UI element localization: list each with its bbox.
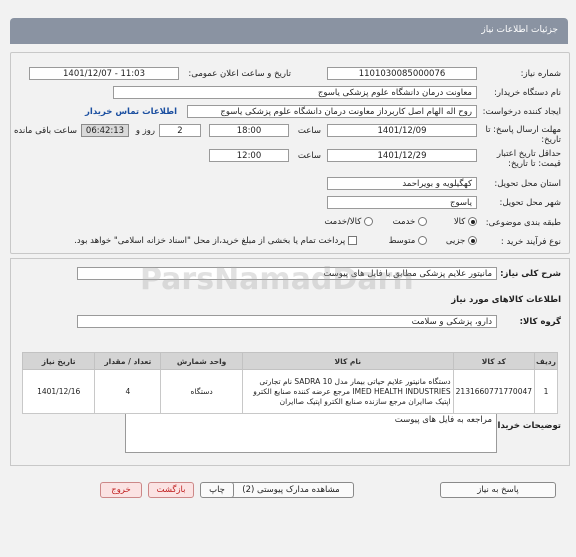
buyer-notes-field: مراجعه به فایل های پیوست: [125, 413, 497, 453]
need-number-label: شماره نیاز:: [520, 69, 561, 79]
creator-field: روح اله الهام اصل کاربرداز معاونت درمان …: [187, 105, 477, 118]
need-number-field: 1101030085000076: [327, 67, 477, 80]
need-details-panel: شماره نیاز: 1101030085000076 تاریخ و ساع…: [10, 52, 570, 254]
remaining-time-field: 06:42:13: [81, 124, 129, 137]
province-label: استان محل تحویل:: [494, 179, 561, 189]
col-index: ردیف: [534, 352, 558, 370]
row-code: 2131660771770047: [452, 369, 536, 414]
category-option-goods-service[interactable]: کالا/خدمت: [324, 217, 373, 227]
print-button[interactable]: چاپ: [200, 482, 234, 498]
goods-table: ردیف کد کالا نام کالا واحد شمارش تعداد /…: [21, 352, 558, 414]
validity-time-field: 12:00: [209, 149, 289, 162]
announce-field: 1401/12/07 - 11:03: [29, 67, 179, 80]
exit-button[interactable]: خروج: [100, 482, 142, 498]
row-unit: دستگاه: [160, 369, 243, 414]
back-button[interactable]: بازگشت: [148, 482, 194, 498]
deadline-date-field: 1401/12/09: [327, 124, 477, 137]
category-option-service[interactable]: خدمت: [393, 217, 427, 227]
process-option-medium[interactable]: متوسط: [389, 236, 427, 246]
payment-treasury-option[interactable]: پرداخت تمام یا بخشی از مبلغ خرید،از محل …: [74, 236, 357, 246]
city-field: یاسوج: [327, 196, 477, 209]
deadline-time-field: 18:00: [209, 124, 289, 137]
process-label: نوع فرآیند خرید :: [500, 237, 561, 247]
announce-label: تاریخ و ساعت اعلان عمومی:: [188, 69, 291, 79]
process-option-minor[interactable]: جزیی: [446, 236, 477, 246]
category-option-goods[interactable]: کالا: [454, 217, 477, 227]
row-name: دستگاه مانیتور علایم حیاتی بیمار مدل SAD…: [241, 369, 454, 414]
category-label: طبقه بندی موضوعی:: [485, 218, 561, 228]
min-validity-label: حداقل تاریخ اعتبار قیمت: تا تاریخ:: [496, 149, 561, 169]
row-qty: 4: [94, 369, 162, 414]
goods-group-label: گروه کالا:: [519, 317, 561, 327]
table-header-row: ردیف کد کالا نام کالا واحد شمارش تعداد /…: [21, 352, 558, 370]
radio-icon[interactable]: [418, 236, 427, 245]
contact-buyer-link[interactable]: اطلاعات تماس خریدار: [85, 107, 177, 117]
col-date: تاریخ نیاز: [21, 352, 96, 370]
buyer-label: نام دستگاه خریدار:: [494, 88, 561, 98]
goods-group-field: دارو، پزشکی و سلامت: [77, 315, 497, 328]
radio-icon[interactable]: [418, 217, 427, 226]
watermark: ParsNamadDarn: [140, 262, 414, 297]
days-field: 2: [159, 124, 201, 137]
validity-date-field: 1401/12/29: [327, 149, 477, 162]
row-date: 1401/12/16: [21, 369, 96, 414]
row-index: 1: [534, 369, 558, 414]
page-title: جزئیات اطلاعات نیاز: [481, 25, 558, 35]
creator-label: ایجاد کننده درخواست:: [482, 107, 561, 117]
page-header: جزئیات اطلاعات نیاز: [10, 18, 568, 44]
reply-button[interactable]: پاسخ به نیاز: [440, 482, 556, 498]
buyer-notes-label: توضیحات خریدار:: [489, 421, 561, 431]
radio-icon[interactable]: [468, 217, 477, 226]
goods-section-title: اطلاعات کالاهای مورد نیاز: [451, 295, 561, 305]
col-code: کد کالا: [452, 352, 536, 370]
province-field: کهگیلویه و بویراحمد: [327, 177, 477, 190]
checkbox-icon[interactable]: [348, 236, 357, 245]
radio-icon[interactable]: [364, 217, 373, 226]
col-unit: واحد شمارش: [160, 352, 243, 370]
col-qty: تعداد / مقدار: [94, 352, 162, 370]
deadline-time-label: ساعت: [297, 126, 321, 136]
summary-label: شرح کلی نیاز:: [500, 269, 561, 279]
col-name: نام کالا: [241, 352, 454, 370]
validity-time-label: ساعت: [297, 151, 321, 161]
days-label: روز و: [135, 126, 155, 136]
radio-icon[interactable]: [468, 236, 477, 245]
buyer-field: معاونت درمان دانشگاه علوم پزشکی یاسوج: [113, 86, 477, 99]
city-label: شهر محل تحویل:: [499, 198, 561, 208]
attachments-button[interactable]: مشاهده مدارک پیوستی (2): [228, 482, 354, 498]
deadline-label: مهلت ارسال پاسخ: تا تاریخ:: [485, 125, 561, 145]
remaining-label: ساعت باقی مانده: [13, 126, 77, 136]
table-row: 1 2131660771770047 دستگاه مانیتور علایم …: [21, 369, 558, 414]
